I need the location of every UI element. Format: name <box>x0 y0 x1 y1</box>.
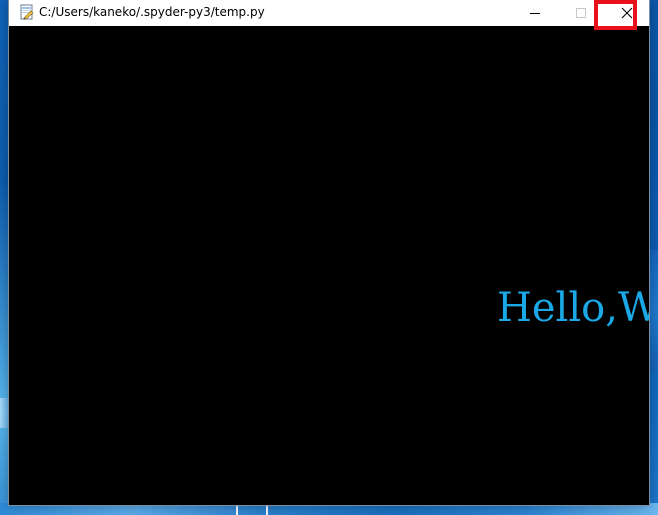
minimize-icon <box>529 4 541 23</box>
app-window: C:/Users/kaneko/.spyder-py3/temp.py Hell… <box>9 0 649 505</box>
canvas-text: Hello,Wo <box>497 285 649 331</box>
maximize-icon <box>575 4 587 23</box>
window-title: C:/Users/kaneko/.spyder-py3/temp.py <box>39 5 265 19</box>
title-bar[interactable]: C:/Users/kaneko/.spyder-py3/temp.py <box>9 0 649 26</box>
wallpaper-light-streak <box>648 250 658 370</box>
drawing-canvas[interactable]: Hello,Wo <box>9 26 649 505</box>
python-file-icon[interactable] <box>19 4 35 20</box>
minimize-button[interactable] <box>512 0 558 26</box>
close-button-highlight <box>594 0 637 30</box>
